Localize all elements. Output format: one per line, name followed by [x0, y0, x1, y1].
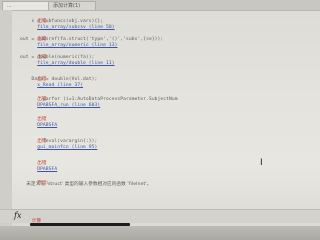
tab-add-compute[interactable]: 添加计算(1) — [48, 1, 96, 10]
command-window-output[interactable]: 出错 file_array/subcsv (line 50) s = subfu… — [14, 11, 314, 211]
tab-command-window[interactable]: ... — [2, 1, 52, 10]
error-link[interactable]: file_array/numeric (line 13) — [37, 43, 117, 48]
matlab-screen: ... 添加计算(1) 出错 file_array/subcsv (line 5… — [0, 0, 320, 240]
screen-bezel — [0, 226, 320, 240]
code-line: s = subfuncs(obj.vars){}; — [20, 19, 104, 24]
tab-bar: ... 添加计算(1) — [0, 0, 320, 11]
left-gutter — [0, 10, 12, 240]
error-link[interactable]: file_array/double (line 11) — [37, 61, 114, 66]
error-prefix: 出错 — [37, 161, 47, 166]
error-line: 出错 file_array/double (line 11) — [20, 49, 115, 73]
error-link[interactable]: DPABSFA — [37, 123, 57, 128]
code-line: feval(varargin{:}); — [20, 139, 98, 144]
error-link[interactable]: file_array/subcsv (line 50) — [37, 25, 114, 30]
error-prefix: 出错 — [37, 117, 47, 122]
error-link[interactable]: DPABSFA — [37, 167, 57, 172]
code-line: out = subsref(fa.struct('type','()','sub… — [20, 37, 164, 42]
cause-message: 未定义与 'struct' 类型的输入参数相对应的函数 'fileInet'。 — [20, 182, 152, 187]
error-line: 出错 gui_mainfcn (line 95) — [20, 133, 97, 157]
fx-icon[interactable]: fx — [14, 211, 21, 220]
error-link[interactable]: DPABSFA_run (line 603) — [37, 103, 100, 108]
error-link[interactable]: x_Read (line 37) — [37, 83, 83, 88]
text-cursor-icon: I — [260, 158, 263, 168]
code-line: out = double(numeric(fa)); — [20, 55, 95, 60]
error-link[interactable]: gui_mainfcn (line 95) — [37, 145, 97, 150]
code-line: parfor (i=1:AutoDataProcessParameter.Sub… — [20, 97, 178, 102]
error-line: 出错 DPABSFA — [20, 111, 57, 135]
code-line: Data = double(Vol.dat); — [20, 77, 98, 82]
